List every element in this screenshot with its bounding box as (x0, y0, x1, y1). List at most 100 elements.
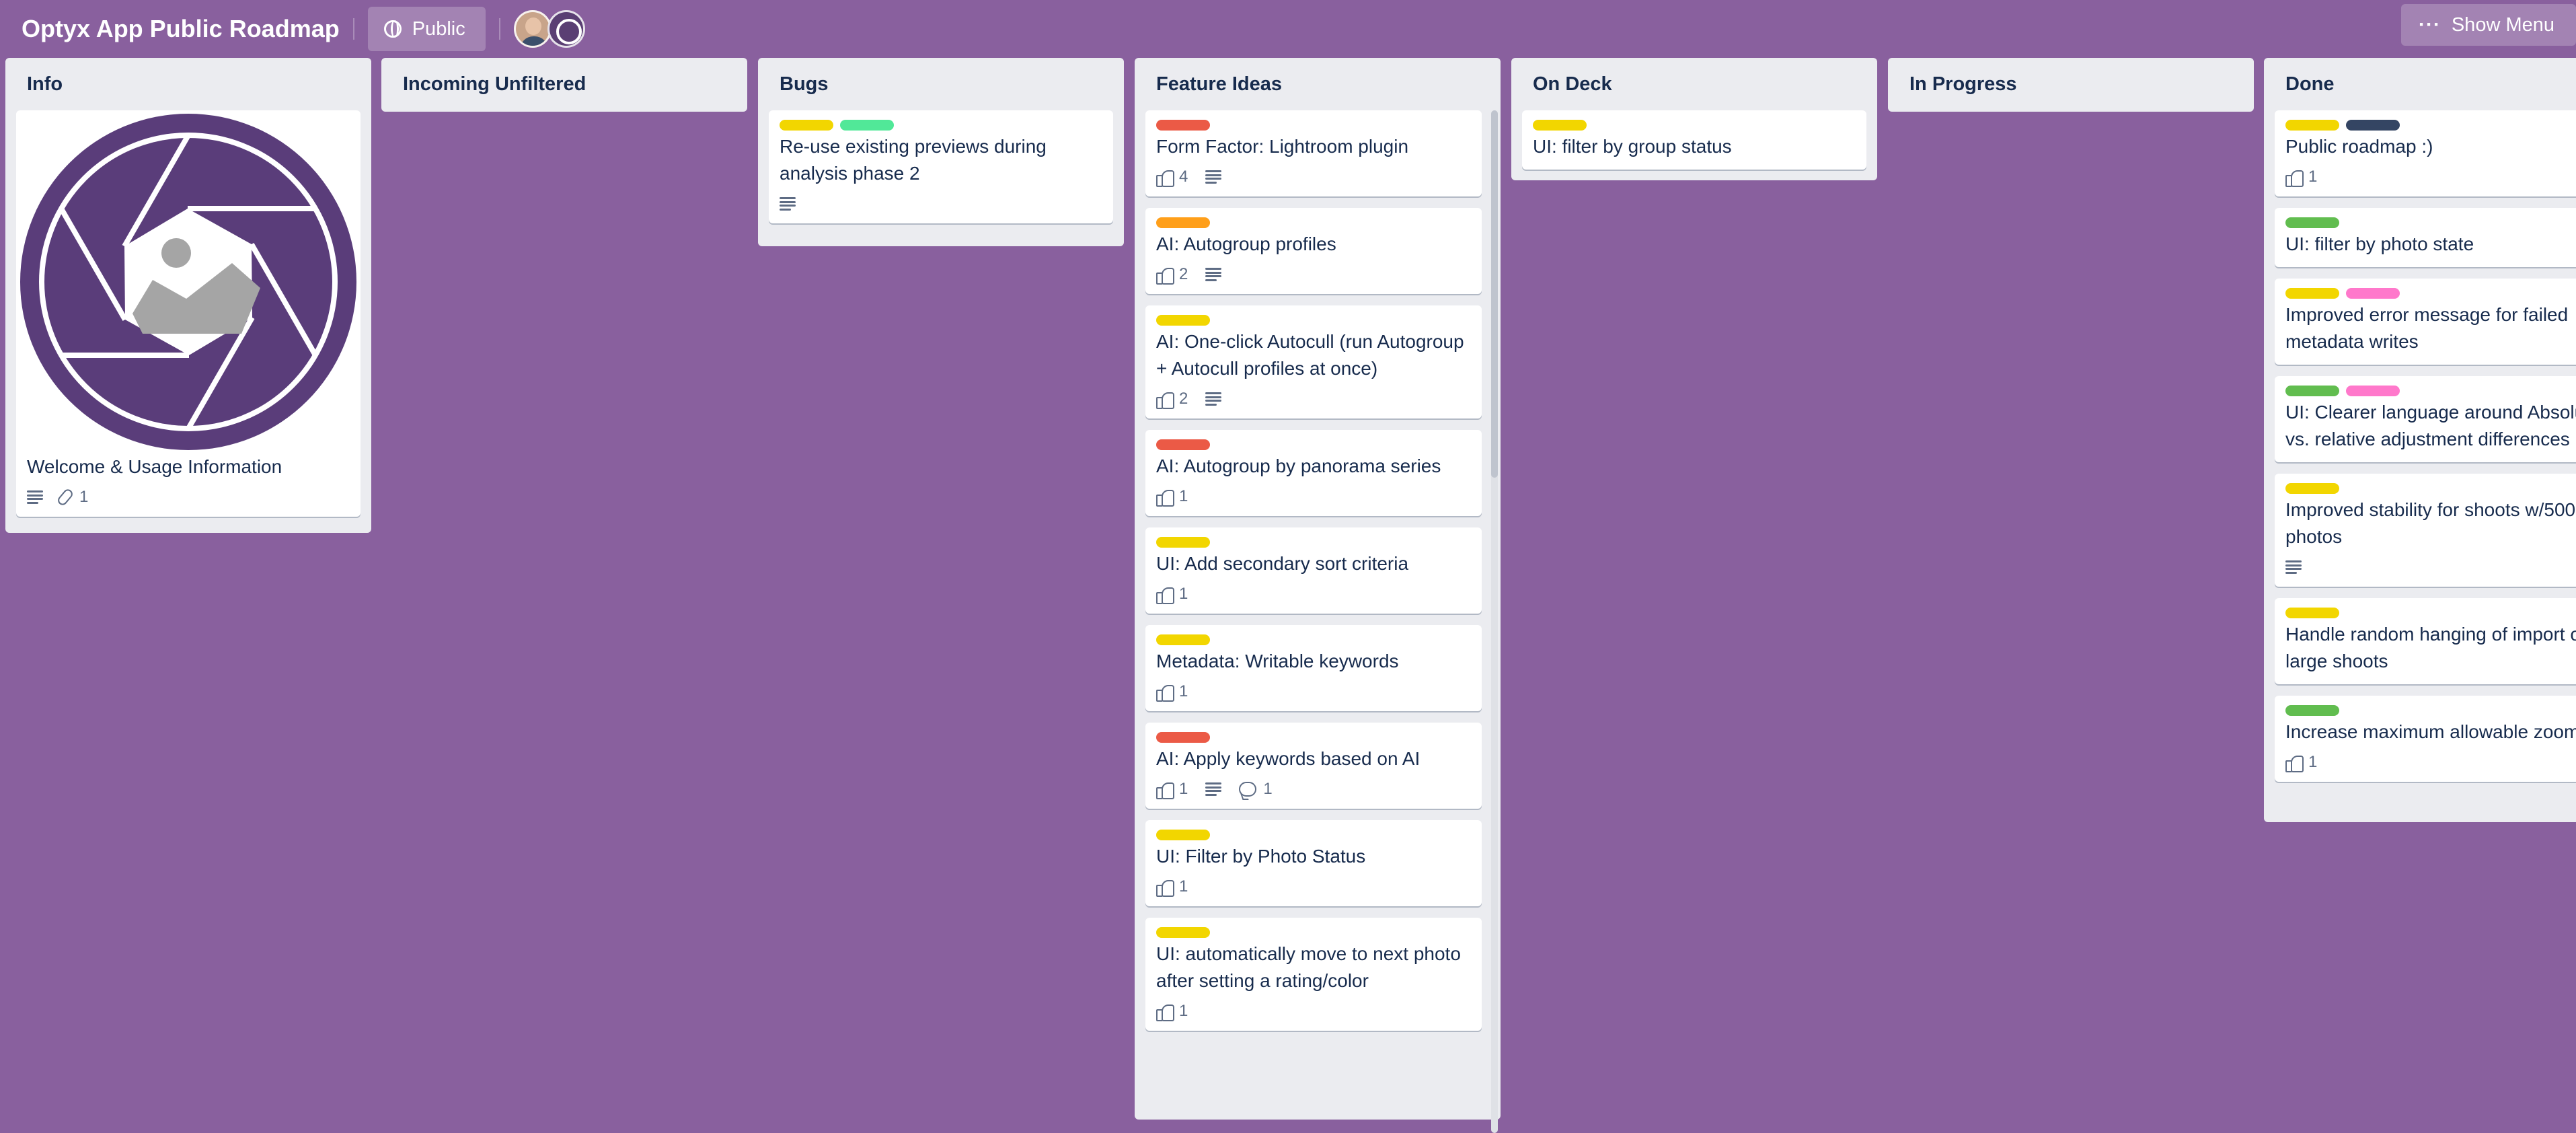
header-divider (498, 18, 500, 40)
card-labels (2285, 217, 2576, 228)
thumbs-up-icon (2285, 169, 2304, 187)
list-title[interactable]: On Deck (1522, 58, 1866, 110)
thumbs-up-icon (1156, 169, 1174, 187)
card-badges: 4 (1156, 167, 1470, 187)
vote-count: 1 (1179, 877, 1188, 896)
label-yellow[interactable] (2285, 288, 2339, 299)
card-title: UI: automatically move to next photo aft… (1156, 943, 1461, 991)
card-title: Metadata: Writable keywords (1156, 651, 1399, 671)
card-labels (2285, 483, 2576, 494)
label-yellow[interactable] (1156, 537, 1210, 548)
card-labels (780, 120, 1101, 131)
card-feature[interactable]: UI: automatically move to next photo aft… (1145, 918, 1482, 1031)
card-title: UI: Add secondary sort criteria (1156, 553, 1409, 574)
card-labels (1156, 217, 1470, 228)
card-done[interactable]: UI: Clearer language around Absolute vs.… (2275, 376, 2576, 462)
label-green[interactable] (2285, 386, 2339, 396)
card-feature[interactable]: UI: Add secondary sort criteria 1 (1145, 527, 1482, 614)
globe-icon (383, 20, 402, 38)
card-title: Improved stability for shoots w/5000+ ph… (2285, 499, 2576, 547)
vote-count: 2 (1179, 265, 1188, 283)
card-filter-group-status[interactable]: UI: filter by group status (1522, 110, 1866, 170)
card-badges: 1 (2285, 752, 2576, 772)
description-badge (780, 197, 796, 211)
card-feature[interactable]: Form Factor: Lightroom plugin 4 (1145, 110, 1482, 196)
board-title[interactable]: Optyx App Public Roadmap (22, 15, 340, 43)
card-labels (1156, 537, 1470, 548)
description-badge (1205, 170, 1222, 184)
member-avatar[interactable] (513, 10, 552, 48)
label-pink[interactable] (2346, 386, 2400, 396)
card-feature[interactable]: Metadata: Writable keywords 1 (1145, 625, 1482, 711)
card-reuse-previews[interactable]: Re-use existing previews during analysis… (769, 110, 1113, 223)
label-orange[interactable] (1156, 217, 1210, 228)
vote-count: 2 (1179, 390, 1188, 408)
card-done[interactable]: Public roadmap :) 1 (2275, 110, 2576, 196)
list-title[interactable]: Info (16, 58, 361, 110)
label-green[interactable] (2285, 217, 2339, 228)
description-icon (1205, 392, 1222, 406)
label-yellow[interactable] (2285, 608, 2339, 618)
label-pink[interactable] (2346, 288, 2400, 299)
thumbs-up-icon (2285, 754, 2304, 772)
list-title[interactable]: Done (2275, 58, 2576, 110)
card-badges: 2 (1156, 264, 1470, 285)
card-title: UI: filter by photo state (2285, 233, 2474, 254)
card-done[interactable]: Handle random hanging of import on large… (2275, 598, 2576, 684)
label-red[interactable] (1156, 120, 1210, 131)
card-done[interactable]: UI: filter by photo state (2275, 208, 2576, 267)
show-menu-button[interactable]: ··· Show Menu (2400, 4, 2576, 46)
attachment-badge: 1 (56, 487, 88, 507)
card-badges: 1 (1156, 682, 1470, 702)
list-title[interactable]: Incoming Unfiltered (392, 58, 736, 110)
show-menu-label: Show Menu (2451, 13, 2554, 36)
card-feature[interactable]: UI: Filter by Photo Status 1 (1145, 820, 1482, 906)
label-yellow[interactable] (1533, 120, 1587, 131)
card-labels (2285, 608, 2576, 618)
card-feature[interactable]: AI: Apply keywords based on AI 1 1 (1145, 723, 1482, 809)
member-avatar[interactable] (547, 10, 585, 48)
description-icon (1205, 170, 1222, 184)
card-labels (1156, 634, 1470, 645)
vote-count: 1 (2308, 753, 2318, 771)
description-icon (27, 490, 43, 504)
label-red[interactable] (1156, 732, 1210, 743)
label-navy[interactable] (2346, 120, 2400, 131)
label-lime[interactable] (840, 120, 894, 131)
thumbs-up-icon (1156, 781, 1174, 799)
list-scrollbar[interactable] (1491, 110, 1498, 1133)
thumbs-up-icon (1156, 879, 1174, 897)
card-badges: 1 (1156, 486, 1470, 507)
card-done[interactable]: Improved stability for shoots w/5000+ ph… (2275, 474, 2576, 587)
card-feature[interactable]: AI: Autogroup profiles 2 (1145, 208, 1482, 294)
scrollbar-thumb[interactable] (1491, 110, 1498, 478)
label-yellow[interactable] (780, 120, 833, 131)
thumbs-up-icon (1156, 684, 1174, 702)
label-yellow[interactable] (1156, 927, 1210, 938)
card-labels (1156, 439, 1470, 450)
card-feature[interactable]: AI: One-click Autocull (run Autogroup + … (1145, 305, 1482, 418)
label-green[interactable] (2285, 705, 2339, 716)
label-yellow[interactable] (1156, 634, 1210, 645)
label-red[interactable] (1156, 439, 1210, 450)
visibility-button[interactable]: Public (367, 7, 486, 51)
label-yellow[interactable] (1156, 315, 1210, 326)
list-title[interactable]: Feature Ideas (1145, 58, 1490, 110)
card-done[interactable]: Improved error message for failed metada… (2275, 279, 2576, 365)
list-title[interactable]: Bugs (769, 58, 1113, 110)
card-labels (1156, 120, 1470, 131)
description-badge (1205, 268, 1222, 281)
card-labels (1156, 732, 1470, 743)
card-title: Public roadmap :) (2285, 136, 2433, 157)
card-labels (1533, 120, 1854, 131)
label-yellow[interactable] (2285, 483, 2339, 494)
label-yellow[interactable] (2285, 120, 2339, 131)
description-badge (1205, 782, 1222, 796)
label-yellow[interactable] (1156, 830, 1210, 840)
list-title[interactable]: In Progress (1899, 58, 2243, 110)
card-title: Welcome & Usage Information (27, 456, 282, 477)
list-feature-ideas: Feature Ideas Form Factor: Lightroom plu… (1135, 58, 1501, 1133)
card-welcome[interactable]: Welcome & Usage Information 1 (16, 110, 361, 517)
card-feature[interactable]: AI: Autogroup by panorama series 1 (1145, 430, 1482, 516)
card-done[interactable]: Increase maximum allowable zoom 1 (2275, 696, 2576, 782)
